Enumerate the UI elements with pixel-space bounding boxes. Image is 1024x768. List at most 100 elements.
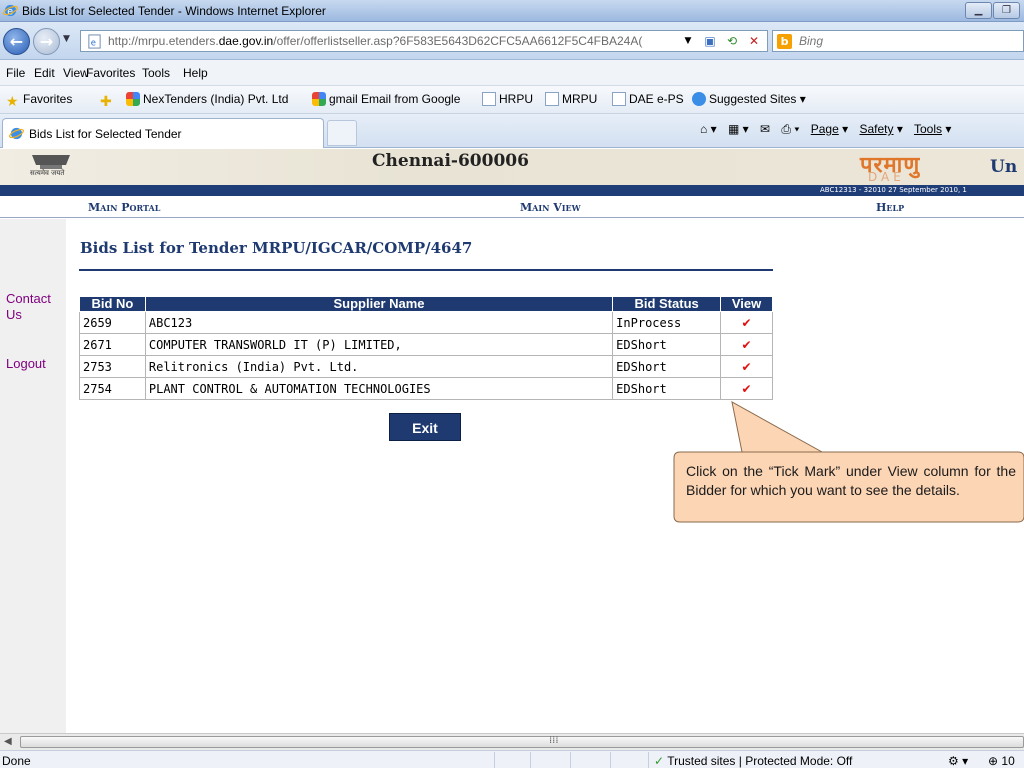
emblem-icon [32, 155, 70, 169]
command-bar: ⌂ ▾ ▦ ▾ ✉ ⎙ ▾ Page ▾ Safety ▾ Tools ▾ [700, 122, 959, 137]
recent-pages-dropdown-icon[interactable]: ▼ [63, 34, 70, 44]
compatibility-view-icon[interactable]: ▣ [699, 32, 721, 50]
add-favorite-icon[interactable]: ✚ [100, 92, 117, 108]
fav-link-suggested-sites[interactable]: Suggested Sites ▾ [692, 92, 806, 106]
nav-main-portal[interactable]: Main Portal [88, 201, 160, 214]
favorites-label: Favorites [23, 92, 73, 106]
address-toolbar: ← → ▼ e http://mrpu.etenders.dae.gov.in/… [0, 22, 1024, 60]
emblem-text: सत्यमेव जयते [30, 169, 65, 177]
new-tab-button[interactable] [327, 120, 357, 146]
star-icon: ★ [6, 93, 19, 109]
fav-link-hrpu[interactable]: HRPU [482, 92, 533, 106]
table-row: 2754 PLANT CONTROL & AUTOMATION TECHNOLO… [79, 377, 773, 400]
menu-bar: File Edit View Favorites Tools Help [0, 60, 1024, 86]
tab-active[interactable]: Bids List for Selected Tender [2, 118, 324, 148]
view-tick-icon[interactable]: ✔ [720, 311, 773, 334]
search-box[interactable]: b Bing [772, 30, 1024, 52]
url-text[interactable]: http://mrpu.etenders.dae.gov.in/offer/of… [108, 34, 668, 48]
supplier-cell: PLANT CONTROL & AUTOMATION TECHNOLOGIES [144, 377, 614, 400]
menu-tools[interactable]: Tools [142, 66, 170, 80]
site-banner: सत्यमेव जयते Chennai-600006 परमाणु DAE U… [0, 149, 1024, 185]
banner-right-text: Un [990, 157, 1018, 177]
view-tick-icon[interactable]: ✔ [720, 355, 773, 378]
supplier-cell: Relitronics (India) Pvt. Ltd. [144, 355, 614, 378]
cmd-safety[interactable]: Safety ▾ [859, 122, 902, 136]
fav-link-mrpu[interactable]: MRPU [545, 92, 597, 106]
contact-us-link[interactable]: Contact Us [6, 291, 58, 323]
bing-icon: b [777, 34, 792, 49]
user-date-info: ABC12313 - 32010 27 September 2010, 1 [820, 186, 967, 194]
dae-logo-text: DAE [868, 170, 905, 184]
view-tick-icon[interactable]: ✔ [720, 333, 773, 356]
address-bar[interactable]: e http://mrpu.etenders.dae.gov.in/offer/… [80, 30, 768, 52]
scroll-left-icon[interactable]: ◀ [4, 736, 12, 747]
forward-button[interactable]: → [33, 28, 60, 55]
search-placeholder: Bing [799, 34, 824, 48]
logout-link[interactable]: Logout [6, 356, 46, 372]
zoom-level[interactable]: ⊕ 10 [988, 754, 1015, 768]
col-header-supplier: Supplier Name [144, 296, 614, 312]
table-row: 2659 ABC123 InProcess ✔ [79, 311, 773, 334]
fav-link-nextenders[interactable]: NexTenders (India) Pvt. Ltd [126, 92, 288, 106]
col-header-view: View [720, 296, 773, 312]
horizontal-scrollbar[interactable]: ◀ ⁞⁞⁞ [0, 733, 1024, 750]
refresh-icon[interactable]: ⟲ [721, 32, 743, 50]
minimize-button[interactable]: ▁ [965, 2, 992, 19]
ie-icon: e [3, 4, 18, 17]
cmd-page[interactable]: Page ▾ [811, 122, 848, 136]
supplier-cell: ABC123 [144, 311, 614, 334]
stop-icon[interactable]: ✕ [743, 32, 765, 50]
ie-icon [9, 127, 24, 140]
exit-button[interactable]: Exit [389, 413, 461, 441]
mail-icon[interactable]: ✉ [760, 122, 770, 136]
fav-link-dae-eps[interactable]: DAE e-PS [612, 92, 684, 106]
info-strip: ABC12313 - 32010 27 September 2010, 1 [0, 185, 1024, 196]
ie-page-icon [612, 92, 626, 106]
google-icon [126, 92, 140, 106]
view-tick-icon[interactable]: ✔ [720, 377, 773, 400]
page-title: Bids List for Tender MRPU/IGCAR/COMP/464… [80, 239, 473, 257]
nav-help[interactable]: Help [876, 201, 904, 214]
favorites-button[interactable]: ★ Favorites [6, 92, 72, 108]
feeds-icon[interactable]: ▦ ▾ [728, 122, 749, 136]
scroll-thumb[interactable]: ⁞⁞⁞ [20, 735, 1024, 748]
callout-text: Click on the “Tick Mark” under View colu… [686, 463, 1016, 498]
security-zone[interactable]: ✓ Trusted sites | Protected Mode: Off [654, 754, 852, 768]
nav-main-view[interactable]: Main View [520, 201, 581, 214]
favorites-bar: ★ Favorites ✚ NexTenders (India) Pvt. Ltd… [0, 86, 1024, 114]
zoom-icon: ⊕ [988, 754, 999, 768]
col-header-bid-no: Bid No [79, 296, 146, 312]
status-cell: InProcess [612, 311, 722, 334]
table-row: 2671 COMPUTER TRANSWORLD IT (P) LIMITED,… [79, 333, 773, 356]
window-titlebar: e Bids List for Selected Tender - Window… [0, 0, 1024, 22]
maximize-button[interactable]: ❐ [993, 2, 1020, 19]
fav-link-gmail[interactable]: gmail Email from Google [312, 92, 460, 106]
menu-edit[interactable]: Edit [34, 66, 55, 80]
address-dropdown-icon[interactable]: ▼ [677, 32, 699, 50]
bid-no-cell: 2753 [79, 355, 146, 378]
zone-settings-icon[interactable]: ⚙ ▾ [948, 754, 968, 768]
bid-no-cell: 2659 [79, 311, 146, 334]
menu-view[interactable]: View [63, 66, 89, 80]
menu-favorites[interactable]: Favorites [86, 66, 135, 80]
cmd-tools[interactable]: Tools ▾ [914, 122, 951, 136]
window-controls: ▁ ❐ [964, 2, 1020, 19]
home-icon[interactable]: ⌂ ▾ [700, 122, 717, 136]
supplier-cell: COMPUTER TRANSWORLD IT (P) LIMITED, [144, 333, 614, 356]
table-header-row: Bid No Supplier Name Bid Status View [79, 296, 773, 312]
address-tools: ▼ ▣ ⟲ ✕ [677, 32, 765, 50]
menu-file[interactable]: File [6, 66, 25, 80]
status-cell: EDShort [612, 333, 722, 356]
tab-bar: Bids List for Selected Tender ⌂ ▾ ▦ ▾ ✉ … [0, 114, 1024, 148]
trusted-check-icon: ✓ [654, 754, 665, 768]
google-icon [312, 92, 326, 106]
site-nav: Main Portal Main View Help [0, 196, 1024, 218]
grip-icon: ⁞⁞⁞ [549, 735, 559, 746]
back-button[interactable]: ← [3, 28, 30, 55]
col-header-status: Bid Status [612, 296, 722, 312]
banner-city: Chennai-600006 [372, 151, 529, 171]
left-sidebar: Contact Us Logout [0, 219, 66, 733]
status-cell: EDShort [612, 355, 722, 378]
menu-help[interactable]: Help [183, 66, 208, 80]
print-icon[interactable]: ⎙ ▾ [781, 122, 799, 136]
